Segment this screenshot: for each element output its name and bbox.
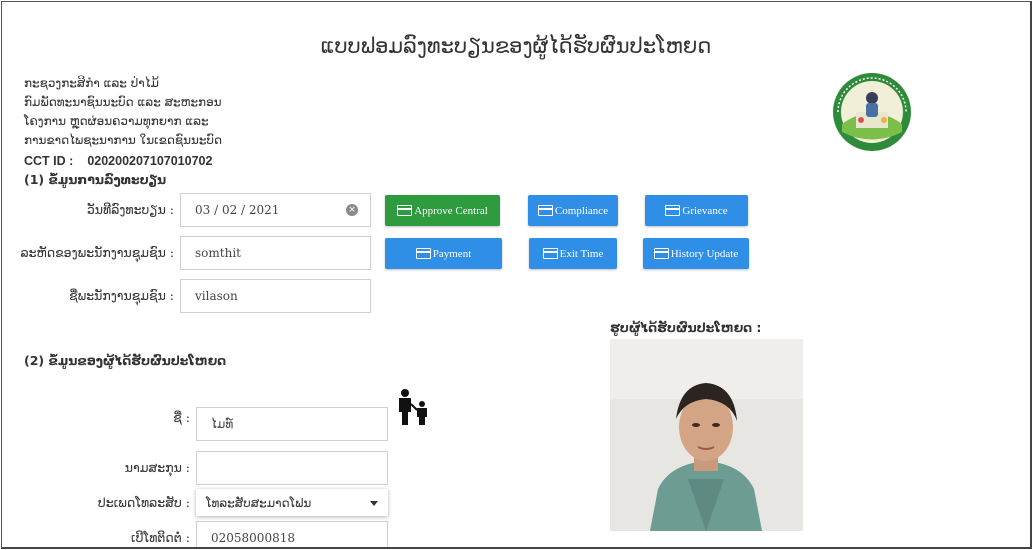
staff-name-label: ຊື່ພະນັກງານຊຸມຊົນ :: [69, 288, 174, 303]
phone-type-label: ປະເພດໂທລະສັບ :: [97, 495, 190, 510]
cct-id: CCT ID : 020200207107010702: [24, 154, 212, 168]
beneficiary-photo: [610, 339, 803, 531]
reg-date-field[interactable]: 03 / 02 / 2021 ×: [180, 193, 371, 227]
reg-date-value: 03 / 02 / 2021: [195, 203, 280, 217]
page-title: ແບບຟອມລົງທະບຽນຂອງຜູ້ໄດ້ຮັບຜົນປະໂຫຍດ: [320, 34, 712, 58]
name-value: ໄມທ໌: [211, 417, 234, 431]
phone-value: 02058000818: [211, 531, 295, 545]
project-logo: [833, 73, 911, 151]
history-update-button[interactable]: History Update: [643, 238, 749, 269]
compliance-button[interactable]: Compliance: [528, 195, 618, 226]
card-icon: [653, 248, 669, 259]
phone-type-select[interactable]: ໂທລະສັບສະມາດໂຟນ: [196, 489, 388, 516]
exit-time-button[interactable]: Exit Time: [529, 238, 617, 269]
ministry-line-1: ກະຊວງກະສິກຳ ແລະ ປ່າໄມ້: [24, 76, 159, 90]
cct-id-value: 020200207107010702: [87, 154, 213, 168]
parent-child-icon: [399, 389, 427, 425]
grievance-button[interactable]: Grievance: [645, 195, 748, 226]
card-icon: [415, 248, 431, 259]
phone-field[interactable]: 02058000818: [196, 521, 388, 547]
beneficiary-photo-image: [610, 339, 803, 531]
phone-label: ເບີໂທຕິດຕໍ່ :: [130, 530, 190, 545]
surname-field[interactable]: [196, 451, 388, 485]
app-window: ແບບຟອມລົງທະບຽນຂອງຜູ້ໄດ້ຮັບຜົນປະໂຫຍດ ກະຊວ…: [1, 1, 1032, 549]
ministry-line-4: ການຂາດໄພຊະນາການ ໃນເຂດຊົນນະບົດ: [24, 133, 222, 147]
card-icon: [397, 205, 413, 216]
approve-central-button[interactable]: Approve Central: [385, 195, 500, 226]
ministry-line-3: ໂຄງການ ຫຼຸດຜ່ອນຄວາມທຸກຍາກ ແລະ: [24, 114, 209, 128]
clear-icon[interactable]: ×: [346, 204, 358, 216]
section-beneficiary-heading: (2) ຂໍ້ມູນຂອງຜູ້ໄດ້ຮັບຜົນປະໂຫຍດ: [24, 353, 227, 368]
photo-label: ຮູບຜູ້ໄດ້ຮັບຜົນປະໂຫຍດ :: [610, 320, 762, 335]
card-icon: [542, 248, 558, 259]
staff-code-label: ລະຫັດຂອງພະນັກງານຊຸມຊົນ :: [20, 245, 175, 260]
payment-button[interactable]: Payment: [385, 238, 502, 269]
staff-code-field[interactable]: somthit: [180, 236, 371, 270]
staff-code-value: somthit: [195, 246, 241, 260]
cct-id-label: CCT ID :: [24, 154, 74, 168]
surname-label: ນາມສະກຸນ :: [124, 460, 190, 475]
section-registration-heading: (1) ຂໍ້ມູນການລົງທະບຽນ: [24, 172, 167, 187]
chevron-down-icon: [370, 500, 378, 506]
phone-type-value: ໂທລະສັບສະມາດໂຟນ: [206, 495, 312, 510]
reg-date-label: ວັນທີລົງທະບຽນ :: [86, 202, 174, 217]
card-icon: [537, 205, 553, 216]
card-icon: [665, 205, 681, 216]
staff-name-field[interactable]: vilason: [180, 279, 371, 313]
name-field[interactable]: ໄມທ໌: [196, 407, 388, 441]
staff-name-value: vilason: [195, 289, 238, 303]
name-label: ຊື່ :: [173, 410, 190, 425]
ministry-line-2: ກົມພັດທະນາຊົນນະບົດ ແລະ ສະຫະກອນ: [24, 95, 222, 109]
ministry-block: ກະຊວງກະສິກຳ ແລະ ປ່າໄມ້ ກົມພັດທະນາຊົນນະບົ…: [24, 74, 222, 150]
